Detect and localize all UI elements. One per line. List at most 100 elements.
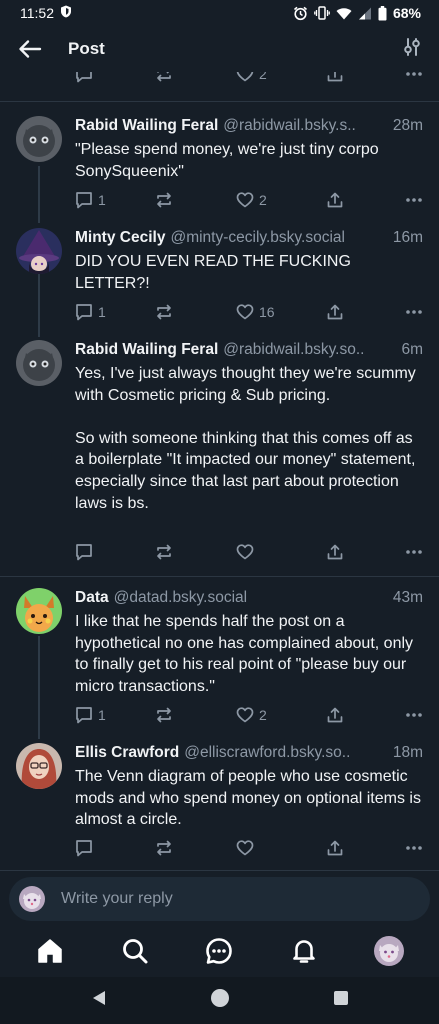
ellipsis-icon (406, 846, 422, 850)
like-button[interactable]: 2 (236, 191, 267, 209)
page-title: Post (68, 39, 105, 58)
search-icon (122, 939, 148, 964)
author-handle[interactable]: @rabidwail.bsky.s.. (223, 117, 389, 135)
author-handle[interactable]: @minty-cecily.bsky.social (170, 229, 388, 247)
thread-line (38, 274, 40, 337)
more-button[interactable] (405, 197, 423, 203)
like-button[interactable] (236, 839, 259, 857)
more-button[interactable] (405, 845, 423, 851)
nav-home[interactable] (30, 931, 70, 971)
post-time: 28m (392, 117, 423, 134)
avatar[interactable] (16, 588, 62, 634)
filter-button[interactable] (403, 37, 421, 61)
vibrate-icon (314, 6, 330, 20)
share-button[interactable] (326, 191, 344, 209)
repost-arrows-icon (157, 304, 171, 320)
author-name[interactable]: Ellis Crawford (75, 744, 179, 762)
avatar[interactable] (16, 228, 62, 274)
share-icon (327, 544, 343, 560)
reply-button[interactable] (75, 72, 93, 83)
header: Post (0, 26, 439, 72)
thread-line (38, 636, 40, 739)
repost-arrows-icon (157, 840, 171, 856)
ellipsis-icon (406, 198, 422, 202)
nav-search[interactable] (115, 931, 155, 971)
reply-count: 1 (98, 192, 106, 208)
repost-button[interactable] (155, 72, 173, 83)
repost-button[interactable] (155, 839, 178, 857)
post-text: "Please spend money, we're just tiny cor… (75, 141, 384, 180)
share-icon (327, 840, 343, 856)
share-button[interactable] (326, 839, 344, 857)
author-name[interactable]: Rabid Wailing Feral (75, 341, 218, 359)
like-button[interactable]: 16 (236, 303, 275, 321)
more-button[interactable] (405, 712, 423, 718)
signal-icon (358, 7, 372, 20)
avatar[interactable] (16, 743, 62, 789)
reply-count: 1 (98, 304, 106, 320)
repost-button[interactable] (155, 706, 178, 724)
share-button[interactable] (326, 706, 344, 724)
more-button[interactable] (405, 549, 423, 555)
heart-icon (236, 72, 254, 82)
author-name[interactable]: Rabid Wailing Feral (75, 117, 218, 135)
like-button[interactable]: 2 (236, 706, 267, 724)
avatar[interactable] (16, 116, 62, 162)
post-text: DID YOU EVEN READ THE FUCKING LETTER?! (75, 253, 356, 292)
reply-button[interactable]: 1 (75, 706, 106, 724)
like-button[interactable]: 2 (236, 72, 267, 83)
divider (0, 870, 439, 871)
more-button[interactable] (405, 72, 423, 77)
repost-arrows-icon (157, 192, 171, 208)
speech-bubble-icon (76, 840, 92, 857)
repost-button[interactable] (155, 191, 178, 209)
post-time: 18m (392, 744, 423, 761)
speech-bubble-icon (76, 304, 92, 321)
wifi-icon (336, 7, 352, 20)
author-name[interactable]: Data (75, 589, 109, 607)
like-count: 2 (259, 72, 267, 82)
like-button[interactable] (236, 543, 259, 561)
reply-placeholder: Write your reply (61, 890, 173, 907)
repost-button[interactable] (155, 543, 178, 561)
ellipsis-icon (406, 713, 422, 717)
arrow-left-icon (19, 40, 42, 58)
back-nav-button[interactable] (90, 989, 108, 1012)
reply-input[interactable]: Write your reply (9, 877, 430, 921)
author-handle[interactable]: @elliscrawford.bsky.so.. (184, 744, 389, 762)
nav-profile[interactable] (369, 931, 409, 971)
divider (0, 576, 439, 577)
home-nav-button[interactable] (210, 988, 230, 1013)
author-handle[interactable]: @datad.bsky.social (114, 589, 389, 607)
bell-icon (293, 940, 315, 963)
alarm-icon (293, 6, 308, 21)
square-recents-icon (333, 991, 348, 1005)
repost-arrows-icon (157, 707, 171, 723)
status-bar: 11:52 68% (0, 0, 439, 26)
repost-arrows-icon (157, 72, 171, 82)
author-handle[interactable]: @rabidwail.bsky.so.. (223, 341, 397, 359)
avatar[interactable] (16, 340, 62, 386)
speech-bubble-icon (76, 72, 92, 83)
author-name[interactable]: Minty Cecily (75, 229, 165, 247)
reply-button[interactable]: 1 (75, 191, 106, 209)
avatar (19, 886, 45, 912)
like-count: 2 (259, 707, 267, 723)
back-button[interactable] (18, 35, 46, 63)
divider (0, 101, 439, 102)
post-time: 6m (401, 341, 423, 358)
reply-button[interactable] (75, 543, 98, 561)
nav-notifications[interactable] (284, 931, 324, 971)
ellipsis-icon (406, 310, 422, 314)
reply-button[interactable]: 1 (75, 303, 106, 321)
share-button[interactable] (326, 72, 344, 83)
share-button[interactable] (326, 303, 344, 321)
repost-button[interactable] (155, 303, 178, 321)
more-button[interactable] (405, 309, 423, 315)
recents-nav-button[interactable] (332, 989, 350, 1012)
speech-bubble-icon (76, 192, 92, 209)
reply-button[interactable] (75, 839, 98, 857)
nav-chat[interactable] (199, 931, 239, 971)
share-button[interactable] (326, 543, 344, 561)
circle-home-icon (210, 989, 229, 1007)
